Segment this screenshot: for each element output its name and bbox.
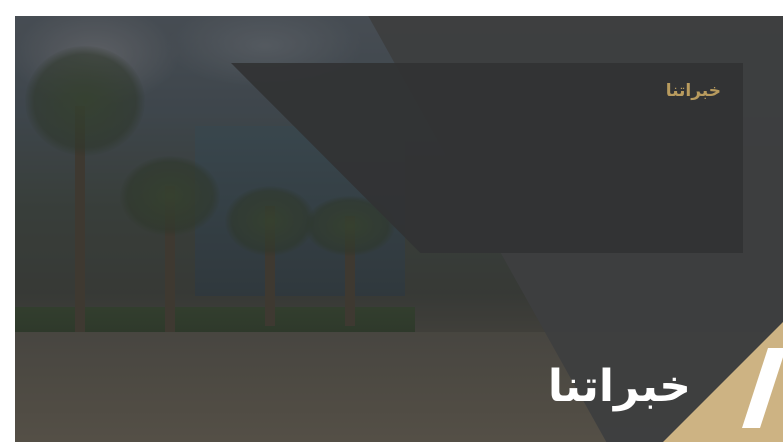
slide-frame: خبراتنا خبراتنا <box>15 16 783 442</box>
card-title: خبراتنا <box>665 81 721 101</box>
main-heading: خبراتنا <box>547 361 691 412</box>
